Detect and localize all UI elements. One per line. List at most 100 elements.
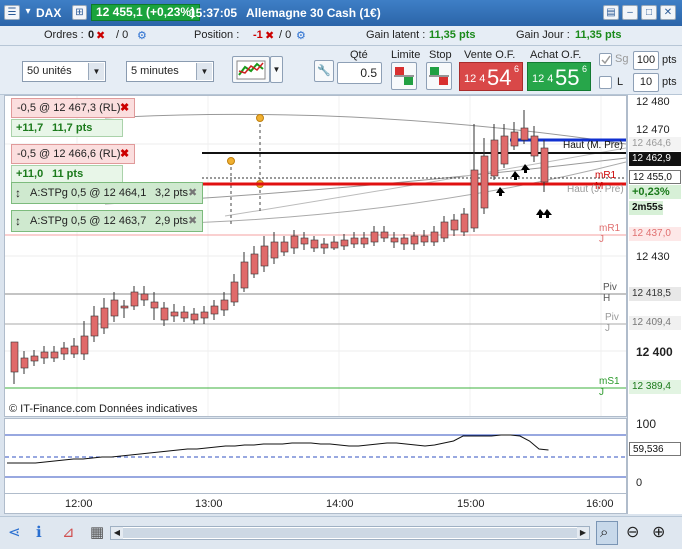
- indicator-icon[interactable]: ℹ: [36, 523, 42, 541]
- orders-label: Ordres :: [44, 29, 84, 41]
- scrollbar-thumb[interactable]: [123, 528, 577, 538]
- scroll-right-icon[interactable]: ▶: [577, 527, 589, 539]
- buy-price-decimal: 6: [582, 64, 588, 74]
- price-tag-last: 12 455,0: [629, 170, 681, 184]
- orders-cancel-icon[interactable]: ✖: [96, 29, 105, 42]
- x-tick: 15:00: [457, 498, 485, 510]
- share-icon[interactable]: ⋖: [8, 523, 21, 541]
- candle-body: [40, 351, 49, 359]
- maximize-icon[interactable]: □: [641, 5, 657, 20]
- close-icon[interactable]: ✖: [188, 211, 197, 231]
- candle-body: [410, 235, 419, 245]
- units-select[interactable]: 50 unités ▼: [22, 61, 106, 82]
- drawing-tools-icon[interactable]: ⊿: [62, 523, 75, 541]
- price-chart[interactable]: -0,5 @ 12 467,3 (RL) ✖ +11,7 11,7 pts -0…: [4, 95, 627, 417]
- price-tag-ms1j: 12 389,4: [629, 380, 681, 394]
- candle-body: [290, 235, 299, 249]
- buy-price-main: 55: [555, 65, 580, 90]
- minimize-icon[interactable]: –: [622, 5, 638, 20]
- candle-body: [90, 315, 99, 337]
- zoom-out-icon[interactable]: ⊖: [626, 522, 639, 542]
- x-tick: 13:00: [195, 498, 223, 510]
- candle-body: [130, 291, 139, 307]
- candle-body: [400, 237, 409, 245]
- candle-body: [270, 241, 279, 259]
- day-gain-value: 11,35 pts: [575, 29, 622, 41]
- chart-type-icon: [236, 60, 266, 80]
- candle-body: [530, 135, 539, 157]
- qty-input[interactable]: 0.5: [337, 62, 382, 84]
- day-gain-label: Gain Jour :: [516, 29, 570, 41]
- candle-body: [180, 311, 189, 319]
- order-row-2[interactable]: -0,5 @ 12 466,6 (RL) ✖: [11, 144, 135, 164]
- position-close-icon[interactable]: ✖: [265, 29, 274, 42]
- x-tick: 16:00: [586, 498, 614, 510]
- limit-order-icon: [394, 67, 414, 85]
- candle-body: [480, 155, 489, 209]
- close-icon[interactable]: ✖: [120, 99, 129, 117]
- price-axis[interactable]: 12 480 12 470 12 464,6 12 462,9 12 455,0…: [627, 95, 682, 514]
- close-icon[interactable]: ✖: [120, 145, 129, 163]
- scroll-left-icon[interactable]: ◀: [111, 527, 123, 539]
- zoom-fit-button[interactable]: ⌕: [596, 521, 618, 545]
- position-settings-icon[interactable]: ⚙: [296, 29, 306, 42]
- candle-body: [190, 313, 199, 321]
- orders-value: 0: [88, 29, 95, 41]
- l-checkbox[interactable]: [599, 76, 612, 89]
- stop-label: A:STPg 0,5 @ 12 464,1: [30, 187, 147, 199]
- sg-pts-input[interactable]: 100: [633, 51, 659, 70]
- app-menu-icon[interactable]: ☰: [4, 5, 20, 20]
- buy-button[interactable]: 12 4 55 6: [527, 62, 591, 91]
- orders-pending: / 0: [116, 29, 129, 41]
- stop-order-button[interactable]: [426, 62, 452, 90]
- period-select[interactable]: 5 minutes ▼: [126, 61, 214, 82]
- order-label: -0,5 @ 12 466,6 (RL): [17, 148, 121, 160]
- chart-type-button[interactable]: [232, 56, 270, 83]
- drag-handle-icon[interactable]: ↕: [15, 183, 21, 203]
- candle-body: [340, 239, 349, 247]
- stop-order-row-2[interactable]: ↕ A:STPg 0,5 @ 12 463,7 2,9 pts ✖: [11, 210, 203, 232]
- drag-handle-icon[interactable]: ↕: [15, 211, 21, 231]
- stop-order-row-1[interactable]: ↕ A:STPg 0,5 @ 12 464,1 3,2 pts ✖: [11, 182, 203, 204]
- l-pts-input[interactable]: 10: [633, 73, 659, 92]
- limit-order-button[interactable]: [391, 62, 417, 90]
- instrument-name[interactable]: DAX: [36, 6, 61, 20]
- sg-pts-unit: pts: [662, 54, 677, 66]
- close-icon[interactable]: ✕: [660, 5, 676, 20]
- window-menu-icon[interactable]: ▤: [603, 5, 619, 20]
- sg-checkbox[interactable]: [599, 53, 612, 66]
- price-tag-change: +0,23%: [629, 185, 681, 199]
- ms1j-label: mS1 J: [599, 376, 620, 398]
- chart-type-dropdown[interactable]: ▼: [270, 56, 283, 83]
- indicator-panel[interactable]: [4, 418, 627, 494]
- piv-j-label: Piv J: [605, 312, 619, 334]
- sell-button[interactable]: 12 4 54 6: [459, 62, 523, 91]
- wrench-icon[interactable]: 🔧: [314, 60, 334, 82]
- zoom-in-icon[interactable]: ⊕: [652, 522, 665, 542]
- chart-icon[interactable]: ⊞: [72, 5, 87, 20]
- candle-body: [70, 345, 79, 355]
- candle-body: [230, 281, 239, 303]
- ind-tick: 100: [636, 417, 657, 431]
- close-icon[interactable]: ✖: [188, 183, 197, 203]
- candle-body: [520, 127, 529, 141]
- horizontal-scrollbar[interactable]: ◀ ▶: [110, 526, 590, 540]
- candle-body: [10, 341, 19, 373]
- order-row-1[interactable]: -0,5 @ 12 467,3 (RL) ✖: [11, 98, 135, 118]
- orders-settings-icon[interactable]: ⚙: [137, 29, 147, 42]
- dropdown-arrow-icon[interactable]: ▾: [20, 5, 36, 20]
- order-anchor[interactable]: [256, 114, 264, 122]
- indicator-line: [7, 434, 549, 464]
- y-tick: 12 430: [636, 251, 670, 263]
- haut-m-label: Haut (M. Pre): [563, 140, 624, 151]
- position-label: Position :: [194, 29, 240, 41]
- candle-body: [260, 245, 269, 267]
- gain-value: +11,7: [16, 122, 44, 134]
- candle-body: [310, 239, 319, 249]
- template-icon[interactable]: ▦: [90, 523, 104, 541]
- candle-body: [80, 335, 89, 355]
- y-tick: 12 470: [636, 124, 670, 136]
- order-anchor[interactable]: [227, 157, 235, 165]
- indicator-canvas: [5, 434, 626, 478]
- candle-body: [330, 241, 339, 249]
